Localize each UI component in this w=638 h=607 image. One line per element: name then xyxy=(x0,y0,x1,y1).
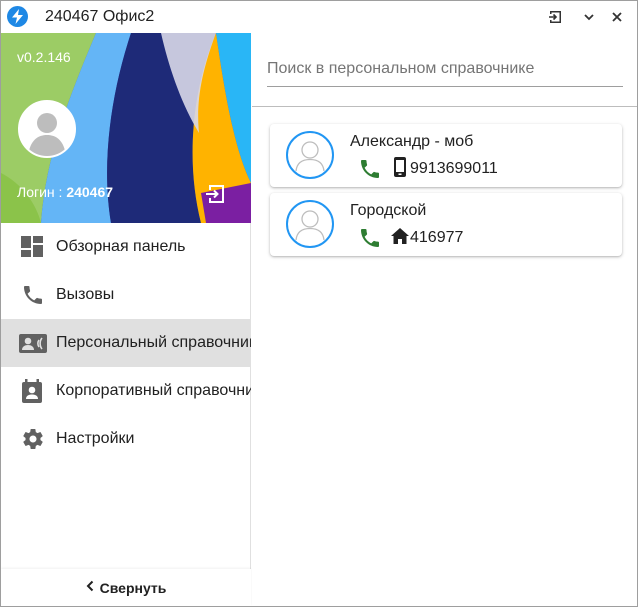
title-bar: 240467 Офис2 xyxy=(1,1,637,33)
contacts-icon xyxy=(19,331,47,355)
close-icon[interactable] xyxy=(605,5,629,29)
sidebar-item-label: Настройки xyxy=(56,430,135,447)
contact-name: Александр - моб xyxy=(350,133,474,150)
contact-avatar-icon xyxy=(286,131,334,179)
profile-header: v0.2.146 Логин : 240467 xyxy=(1,33,251,223)
login-text: Логин : 240467 xyxy=(17,184,113,200)
collapse-label: Свернуть xyxy=(99,579,167,596)
sidebar-item-label: Персональный справочник xyxy=(56,334,251,351)
phone-icon xyxy=(19,283,47,307)
dashboard-icon xyxy=(19,235,47,259)
logout-icon[interactable] xyxy=(204,182,228,206)
sidebar-item-corporate-directory[interactable]: Корпоративный справочник xyxy=(1,367,251,415)
contact-card[interactable]: Городской 416977 xyxy=(270,193,622,256)
window-title: 240467 Офис2 xyxy=(45,8,155,25)
contact-number: 9913699011 xyxy=(410,160,498,177)
mobile-icon xyxy=(390,156,410,178)
contact-avatar-icon xyxy=(286,200,334,248)
main-panel: Александр - моб 9913699011 Городской 416… xyxy=(252,33,637,606)
avatar xyxy=(18,100,76,158)
app-window: 240467 Офис2 v0.2.146 Логин: 240467 Обз… xyxy=(0,0,638,607)
gear-icon xyxy=(19,427,47,451)
app-version: v0.2.146 xyxy=(17,49,71,65)
sidebar-item-label: Обзорная панель xyxy=(56,238,186,255)
sidebar-item-calls[interactable]: Вызовы xyxy=(1,271,251,319)
sidebar: v0.2.146 Логин : 240467 Обзорная панель … xyxy=(1,33,251,606)
search-bar xyxy=(252,33,637,107)
sidebar-item-personal-directory[interactable]: Персональный справочник xyxy=(1,319,251,367)
login-label: Логин : xyxy=(17,184,67,200)
sidebar-item-label: Корпоративный справочник xyxy=(56,382,251,399)
chevron-down-icon[interactable] xyxy=(577,5,601,29)
chevron-left-icon xyxy=(86,579,94,597)
sidebar-item-settings[interactable]: Настройки xyxy=(1,415,251,463)
call-icon[interactable] xyxy=(358,226,382,250)
contact-card[interactable]: Александр - моб 9913699011 xyxy=(270,124,622,187)
call-icon[interactable] xyxy=(358,157,382,181)
sidebar-nav: Обзорная панель Вызовы Персональный спра… xyxy=(1,223,251,463)
contact-name: Городской xyxy=(350,202,427,219)
search-input[interactable] xyxy=(267,51,623,87)
sidebar-item-dashboard[interactable]: Обзорная панель xyxy=(1,223,251,271)
collapse-button[interactable]: Свернуть xyxy=(1,569,251,606)
bolt-icon xyxy=(7,6,28,27)
login-value: 240467 xyxy=(66,184,114,200)
sidebar-item-label: Вызовы xyxy=(56,286,115,303)
logout-icon[interactable] xyxy=(544,5,568,29)
home-icon xyxy=(390,225,410,247)
contact-number: 416977 xyxy=(410,229,464,246)
contact-book-icon xyxy=(19,379,47,403)
